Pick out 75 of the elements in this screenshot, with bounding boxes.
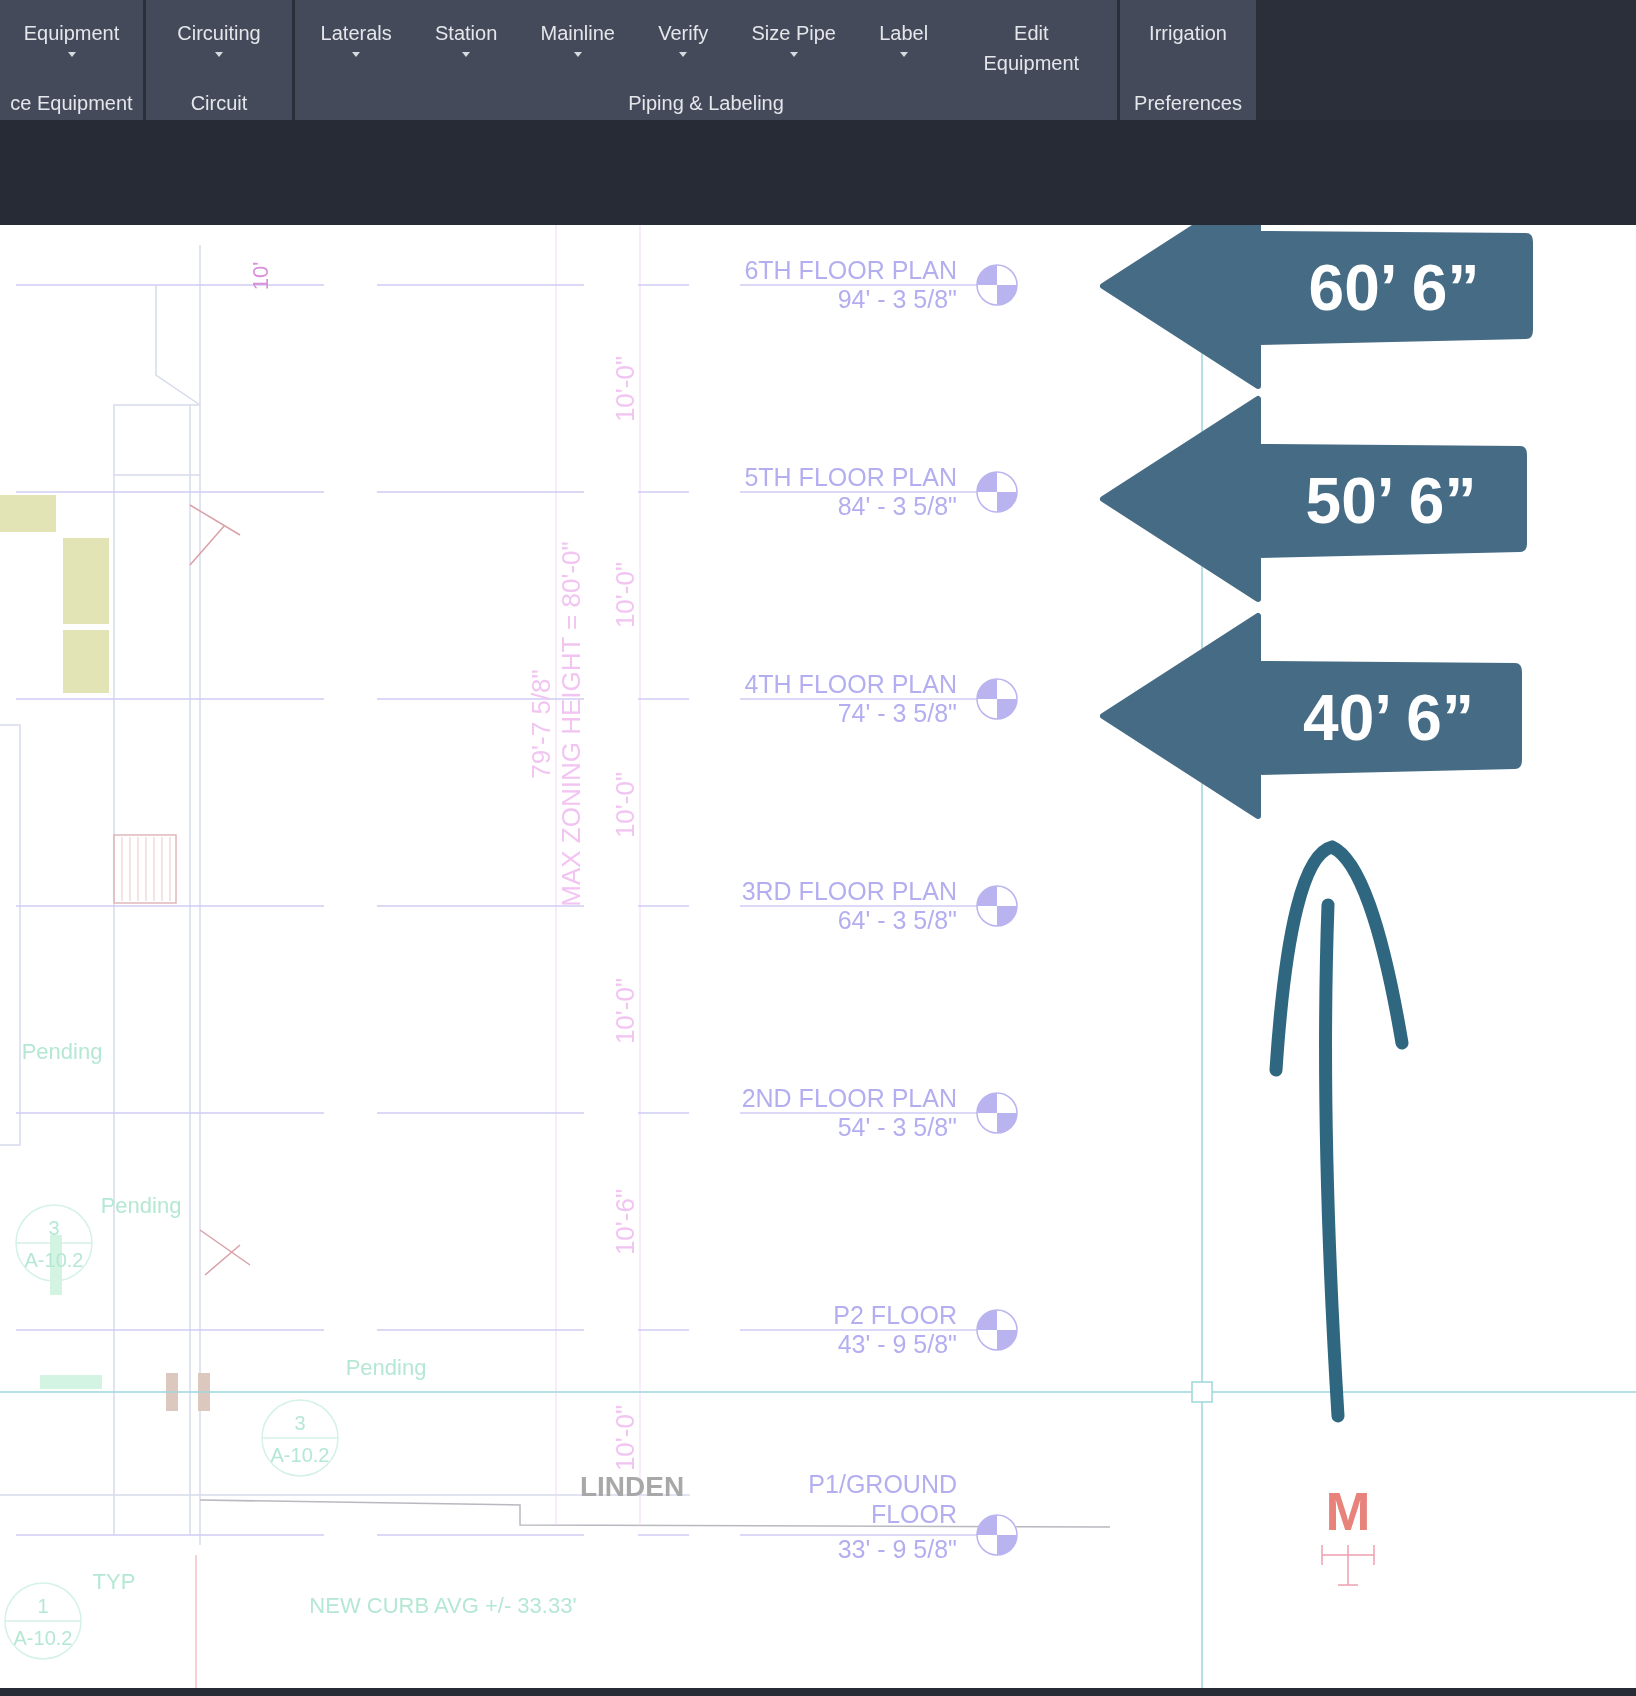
level-name: 4TH FLOOR PLAN: [744, 670, 957, 698]
caret-icon: [899, 52, 908, 57]
level-elevation: 64' - 3 5/8": [837, 906, 957, 934]
ribbon-button[interactable]: Irrigation: [1145, 18, 1231, 88]
ribbon-button[interactable]: Edit Equipment: [967, 18, 1096, 88]
railing-drawing: [113, 834, 177, 904]
ribbon-button[interactable]: Size Pipe: [747, 18, 840, 88]
i-beam-icon: [1321, 1544, 1375, 1586]
marker-letter: M: [1325, 1481, 1371, 1541]
panel-title: Circuit: [189, 91, 249, 116]
caret-icon: [67, 52, 76, 57]
dimension-label: 10'-0": [610, 977, 640, 1045]
ribbon-button[interactable]: Laterals: [316, 18, 396, 88]
callout-label: 40’ 6”: [1303, 682, 1474, 754]
level-name: P1/GROUND FLOOR: [808, 1470, 957, 1528]
note-text: Pending: [21, 1039, 103, 1064]
dimension-label: 10': [248, 261, 273, 291]
level-name: 2ND FLOOR PLAN: [741, 1084, 957, 1112]
caret-icon: [573, 52, 582, 57]
ribbon-button[interactable]: Equipment: [19, 18, 124, 88]
note-text: Pending: [345, 1355, 427, 1380]
ribbon-button[interactable]: Label: [875, 18, 933, 88]
dimension-label: 10'-0": [610, 561, 640, 629]
column-block: [166, 1373, 178, 1411]
grip-square-icon[interactable]: [1191, 1381, 1213, 1403]
level-head-icon: [976, 1092, 1018, 1134]
panel-title: ce Equipment: [9, 91, 134, 116]
ribbon-button[interactable]: Verify: [654, 18, 713, 88]
callout-label: 50’ 6”: [1305, 465, 1477, 537]
level-elevation: 43' - 9 5/8": [837, 1330, 957, 1358]
level-elevation: 94' - 3 5/8": [837, 285, 957, 313]
level-elevation: 33' - 9 5/8": [837, 1535, 957, 1563]
ribbon-button[interactable]: Mainline: [536, 18, 619, 88]
dimension-label: 10'-0": [610, 771, 640, 839]
column-block: [198, 1373, 210, 1411]
street-name: LINDEN: [579, 1471, 685, 1502]
level-head-icon: [976, 471, 1018, 513]
level-head-icon: [976, 678, 1018, 720]
section-mark-drawing: [189, 504, 241, 566]
level-name: 5TH FLOOR PLAN: [744, 463, 957, 491]
ribbon-button[interactable]: Station: [431, 18, 502, 88]
caret-icon: [462, 52, 471, 57]
level-elevation: 74' - 3 5/8": [837, 699, 957, 727]
ribbon-button[interactable]: Circuiting: [173, 18, 265, 88]
note-text: Pending: [100, 1193, 182, 1218]
note-text: NEW CURB AVG +/- 33.33': [309, 1593, 577, 1618]
window-panel: [63, 630, 109, 693]
height-dimension: 79'-7 5/8": [526, 669, 556, 779]
caret-icon: [789, 52, 798, 57]
section-mark-drawing: [199, 1229, 251, 1276]
level-name: 6TH FLOOR PLAN: [744, 256, 957, 284]
level-name: P2 FLOOR: [833, 1301, 957, 1329]
level-head-icon: [976, 1514, 1018, 1556]
panel-title: Piping & Labeling: [627, 91, 785, 116]
zoning-note: MAX ZONING HEIGHT = 80'-0": [556, 541, 586, 907]
dimension-label: 10'-0": [610, 1404, 640, 1472]
callout-label: 60’ 6”: [1308, 252, 1480, 324]
dimension-label: 10'-0": [610, 355, 640, 423]
caret-icon: [352, 52, 361, 57]
level-head-icon: [976, 264, 1018, 306]
section-bubble: 3 A-10.2: [15, 1204, 93, 1282]
caret-icon: [679, 52, 688, 57]
note-text: TYP: [92, 1569, 136, 1594]
level-head-icon: [976, 1309, 1018, 1351]
level-head-icon: [976, 885, 1018, 927]
dimension-label: 10'-6": [610, 1188, 640, 1256]
caret-icon: [215, 52, 223, 57]
level-elevation: 54' - 3 5/8": [837, 1113, 957, 1141]
section-bubble: 3 A-10.2: [261, 1399, 339, 1477]
level-elevation: 84' - 3 5/8": [837, 492, 957, 520]
level-name: 3RD FLOOR PLAN: [741, 877, 957, 905]
section-bubble: 1 A-10.2: [4, 1582, 82, 1660]
planter-block: [40, 1375, 102, 1389]
window-panel: [0, 495, 56, 532]
panel-title: Preferences: [1133, 91, 1243, 116]
